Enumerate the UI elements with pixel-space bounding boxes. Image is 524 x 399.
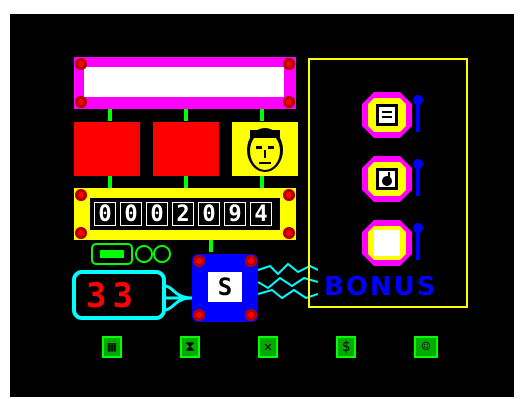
score-bar-frame: 0 0 0 2 0 9 4	[74, 188, 296, 240]
money-icon[interactable]: $	[336, 336, 356, 358]
score-digit: 4	[250, 202, 272, 227]
score-digit: 0	[120, 202, 142, 227]
face-icon	[247, 128, 283, 172]
bolt-icon	[245, 255, 257, 267]
robot-face-icon[interactable]: ☺	[414, 336, 438, 358]
bolt-icon	[75, 58, 87, 70]
bolt-icon	[75, 96, 87, 108]
status-bar-field	[84, 67, 284, 97]
game-screen: 0 0 0 2 0 9 4 33 S BONUS ▦ ⧗ ✕ $ ☺	[10, 14, 514, 397]
bonus-panel: BONUS	[308, 58, 468, 308]
bolt-icon	[193, 309, 205, 321]
score-digit: 0	[198, 202, 220, 227]
bolt-icon	[75, 189, 87, 201]
score-digit: 0	[146, 202, 168, 227]
bolt-icon	[75, 227, 87, 239]
character-portrait	[232, 122, 298, 176]
selected-slot-frame: S	[192, 254, 258, 322]
connector	[184, 176, 188, 188]
bolt-icon	[283, 227, 295, 239]
bonus-label: BONUS	[324, 272, 438, 302]
selected-slot-label: S	[208, 272, 242, 302]
picture-icon	[362, 92, 423, 138]
connector	[260, 176, 264, 188]
pipe-icon	[164, 284, 193, 312]
bolt-icon	[283, 58, 295, 70]
score-digit: 2	[172, 202, 194, 227]
bolt-icon	[245, 309, 257, 321]
score-display: 0 0 0 2 0 9 4	[90, 198, 280, 230]
connector	[260, 109, 264, 121]
status-bar-frame	[74, 57, 296, 109]
timer-display: 33	[86, 276, 139, 316]
tools-icon[interactable]: ✕	[258, 336, 278, 358]
score-digit: 9	[224, 202, 246, 227]
red-panel-middle	[153, 122, 219, 176]
connector	[184, 109, 188, 121]
connector	[209, 240, 213, 252]
hourglass-icon[interactable]: ⧗	[180, 336, 200, 358]
bolt-icon	[283, 96, 295, 108]
bonus-slot	[362, 220, 423, 266]
red-panel-left	[74, 122, 140, 176]
map-icon[interactable]: ▦	[102, 336, 122, 358]
score-digit: 0	[94, 202, 116, 227]
bonus-slot	[362, 92, 423, 138]
bolt-icon	[283, 189, 295, 201]
bonus-slot	[362, 156, 423, 202]
bomb-icon	[362, 156, 423, 202]
empty-slot-icon	[362, 220, 423, 266]
connector	[108, 176, 112, 188]
timer-panel: 33	[72, 270, 166, 320]
machinery-icon	[90, 242, 178, 268]
connector	[108, 109, 112, 121]
bolt-icon	[193, 255, 205, 267]
